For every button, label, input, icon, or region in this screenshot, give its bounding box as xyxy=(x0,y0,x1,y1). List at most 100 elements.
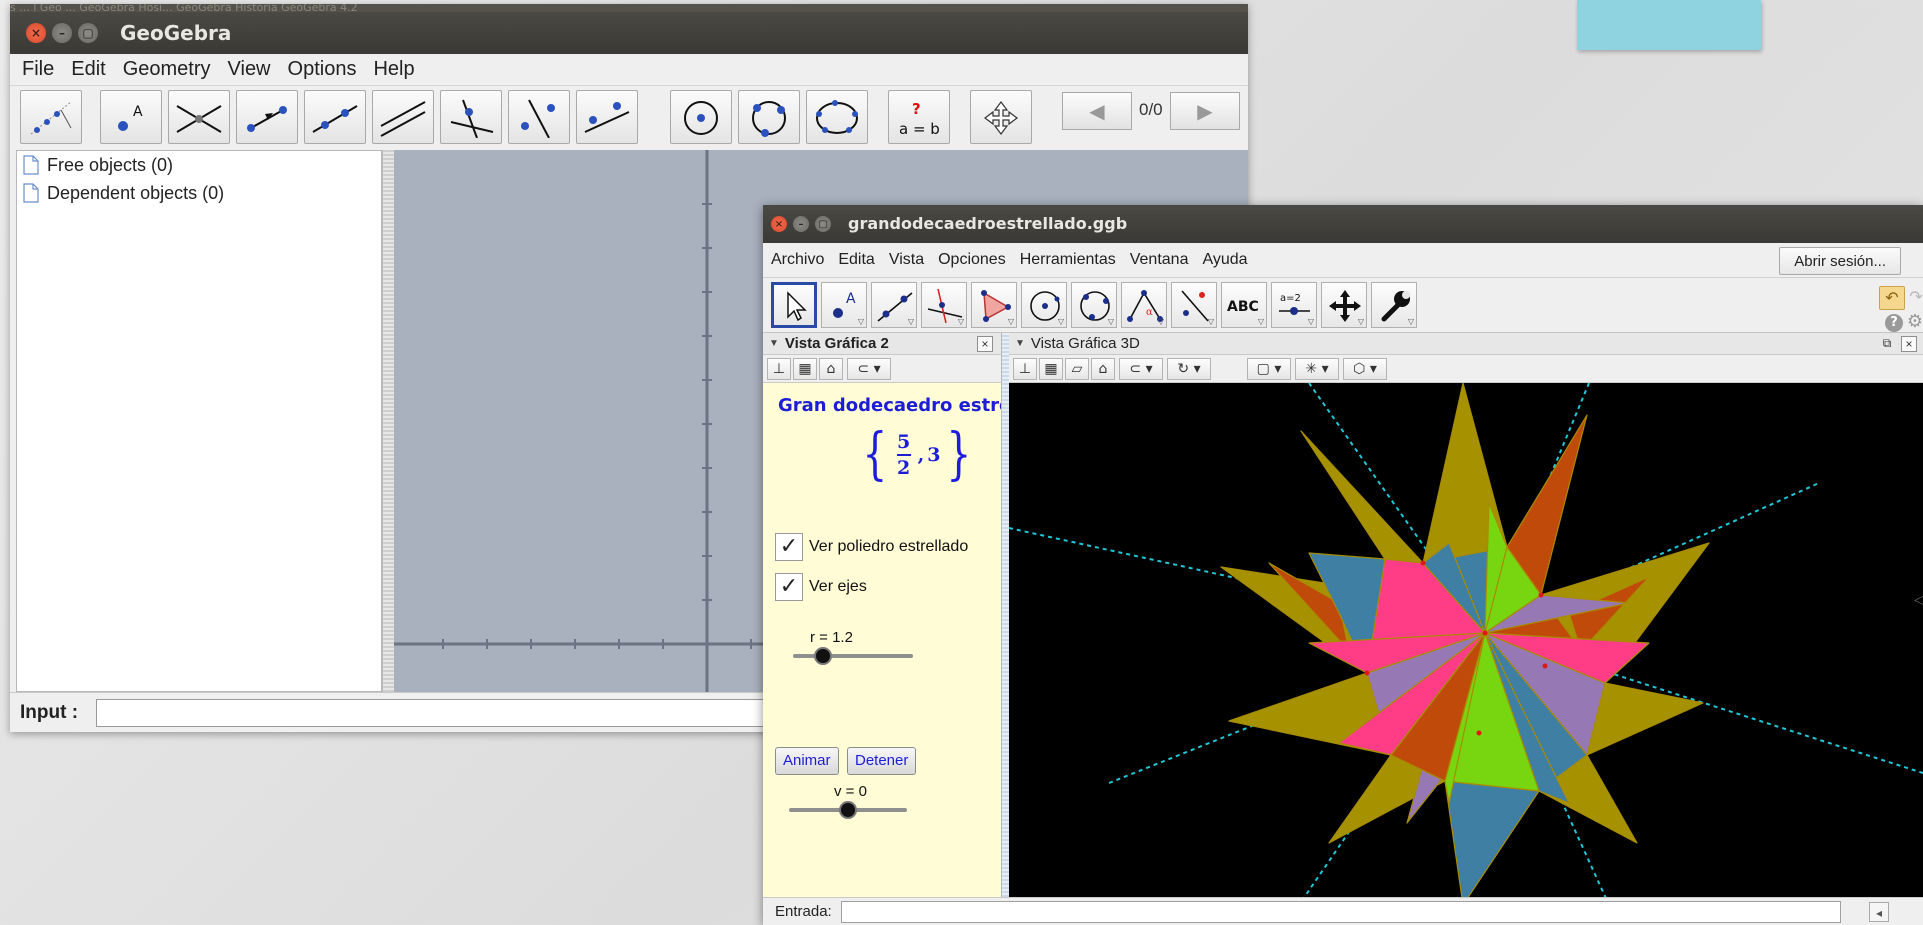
menu-geometry[interactable]: Geometry xyxy=(123,58,211,81)
keyboard-toggle-icon[interactable]: ◂ xyxy=(1869,902,1889,922)
minimize-icon[interactable]: – xyxy=(52,23,72,43)
menu-help[interactable]: Help xyxy=(373,58,414,81)
tool-line[interactable] xyxy=(304,90,366,144)
input-field[interactable] xyxy=(841,901,1841,923)
plane-toggle-icon[interactable]: ▱ xyxy=(1065,358,1089,380)
ggb-file-window: × – ▢ grandodecaedroestrellado.ggb Archi… xyxy=(763,205,1923,925)
move-view-icon xyxy=(984,101,1018,135)
animate-button[interactable]: Animar xyxy=(775,747,839,775)
tool-circle-three-points[interactable]: ▽ xyxy=(1071,282,1117,328)
axes-toggle-icon[interactable]: ⊥ xyxy=(1013,358,1037,380)
view2-canvas[interactable]: Gran dodecaedro estrellado { 5 2 , 3 } ✓… xyxy=(763,383,1001,905)
menu-opciones[interactable]: Opciones xyxy=(938,251,1006,269)
tool-line[interactable]: ▽ xyxy=(871,282,917,328)
schlafli-second: 3 xyxy=(927,444,941,466)
collapse-icon[interactable]: ▼ xyxy=(769,338,779,349)
tool-point[interactable]: A ▽ xyxy=(821,282,867,328)
view-splitter[interactable] xyxy=(1001,333,1009,925)
menu-archivo[interactable]: Archivo xyxy=(771,251,824,269)
menu-ayuda[interactable]: Ayuda xyxy=(1202,251,1247,269)
tool-intersect[interactable] xyxy=(168,90,230,144)
perpendicular-bisector-icon xyxy=(521,99,555,138)
tool-slider[interactable]: a=2 ▽ xyxy=(1271,282,1317,328)
graphics-view-2-panel: ▼ Vista Gráfica 2 × ⊥ ▦ ⌂ ⊂ ▾ Gran dodec… xyxy=(763,333,1001,925)
tool-text[interactable]: ABC ▽ xyxy=(1221,282,1267,328)
vector-icon xyxy=(247,106,287,132)
slider-v-track[interactable] xyxy=(789,801,907,819)
algebra-free-objects[interactable]: Free objects (0) xyxy=(17,151,381,179)
tool-move-view[interactable] xyxy=(970,90,1032,144)
close-icon[interactable]: × xyxy=(26,23,46,43)
tool-move-view[interactable]: ▽ xyxy=(1321,282,1367,328)
menu-edita[interactable]: Edita xyxy=(838,251,874,269)
stop-button[interactable]: Detener xyxy=(847,747,917,775)
collapse-icon[interactable]: ▼ xyxy=(1015,338,1025,349)
tool-circle-three-points[interactable] xyxy=(738,90,800,144)
undock-icon[interactable]: ⧉ xyxy=(1879,336,1895,352)
maximize-icon[interactable]: ▢ xyxy=(815,216,831,232)
tool-circle[interactable]: ▽ xyxy=(1021,282,1067,328)
home-icon[interactable]: ⌂ xyxy=(819,358,843,380)
close-view-icon[interactable]: × xyxy=(977,336,993,352)
side-panel-arrow-icon[interactable]: ◁ xyxy=(1914,592,1923,608)
tool-line-through-points[interactable] xyxy=(576,90,638,144)
algebra-dependent-objects[interactable]: Dependent objects (0) xyxy=(17,179,381,207)
tool-parallel[interactable] xyxy=(372,90,434,144)
tool-conic-five-points[interactable] xyxy=(806,90,868,144)
rotate-view-dropdown[interactable]: ↻ ▾ xyxy=(1167,358,1211,380)
redo-icon[interactable]: ↷ xyxy=(1905,286,1923,310)
tool-angle[interactable]: α ▽ xyxy=(1121,282,1167,328)
menu-vista[interactable]: Vista xyxy=(889,251,924,269)
point-capture-dropdown[interactable]: ⊂ ▾ xyxy=(847,358,891,380)
login-button[interactable]: Abrir sesión... xyxy=(1779,247,1901,275)
tool-customize[interactable]: ▽ xyxy=(1371,282,1417,328)
tool-perpendicular-bisector[interactable] xyxy=(508,90,570,144)
slider-r-knob[interactable] xyxy=(814,647,832,665)
close-view-icon[interactable]: × xyxy=(1901,336,1917,352)
nav-count: 0/0 xyxy=(1139,100,1163,119)
checkbox-star-polyhedron[interactable]: ✓ xyxy=(775,533,803,561)
menu-options[interactable]: Options xyxy=(288,58,357,81)
tool-perpendicular[interactable] xyxy=(440,90,502,144)
tool-vector[interactable] xyxy=(236,90,298,144)
projection-dropdown[interactable]: ✳ ▾ xyxy=(1295,358,1339,380)
nav-prev-button[interactable]: ◀ xyxy=(1062,92,1132,130)
slider-v-knob[interactable] xyxy=(839,801,857,819)
svg-text:?: ? xyxy=(912,100,921,118)
checkbox-axes[interactable]: ✓ xyxy=(775,573,803,601)
minimize-icon[interactable]: – xyxy=(793,216,809,232)
view-splitter[interactable] xyxy=(382,150,394,692)
clipping-dropdown[interactable]: ▢ ▾ xyxy=(1247,358,1291,380)
maximize-icon[interactable]: ▢ xyxy=(78,23,98,43)
view-direction-dropdown[interactable]: ⬡ ▾ xyxy=(1343,358,1387,380)
line-through-points-icon xyxy=(584,102,630,133)
grid-toggle-icon[interactable]: ▦ xyxy=(793,358,817,380)
axes-toggle-icon[interactable]: ⊥ xyxy=(767,358,791,380)
home-icon[interactable]: ⌂ xyxy=(1091,358,1115,380)
tool-new-point[interactable]: A xyxy=(100,90,162,144)
tool-reflect[interactable]: ▽ xyxy=(1171,282,1217,328)
tool-relation[interactable]: ? a = b xyxy=(888,90,950,144)
tool-perpendicular[interactable]: ▽ xyxy=(921,282,967,328)
undo-icon[interactable]: ↶ xyxy=(1879,286,1905,310)
close-icon[interactable]: × xyxy=(771,216,787,232)
help-icon[interactable]: ? xyxy=(1885,314,1903,332)
menu-file[interactable]: File xyxy=(22,58,54,81)
nav-next-button[interactable]: ▶ xyxy=(1170,92,1240,130)
menu-herramientas[interactable]: Herramientas xyxy=(1020,251,1116,269)
tool-move[interactable] xyxy=(771,282,817,328)
slider-r-track[interactable] xyxy=(793,647,913,665)
tool-circle-center[interactable] xyxy=(670,90,732,144)
view3d-title: Vista Gráfica 3D xyxy=(1030,335,1140,352)
menu-view[interactable]: View xyxy=(228,58,271,81)
svg-text:A: A xyxy=(846,291,856,307)
grid-toggle-icon[interactable]: ▦ xyxy=(1039,358,1063,380)
tool-move-graphics[interactable] xyxy=(20,90,82,144)
point-capture-dropdown[interactable]: ⊂ ▾ xyxy=(1119,358,1163,380)
view3d-canvas[interactable] xyxy=(1009,383,1923,905)
gear-icon[interactable]: ⚙ xyxy=(1905,312,1923,332)
menu-edit[interactable]: Edit xyxy=(71,58,105,81)
menu-ventana[interactable]: Ventana xyxy=(1130,251,1189,269)
animation-buttons: Animar Detener xyxy=(775,747,975,777)
tool-polygon[interactable]: ▽ xyxy=(971,282,1017,328)
